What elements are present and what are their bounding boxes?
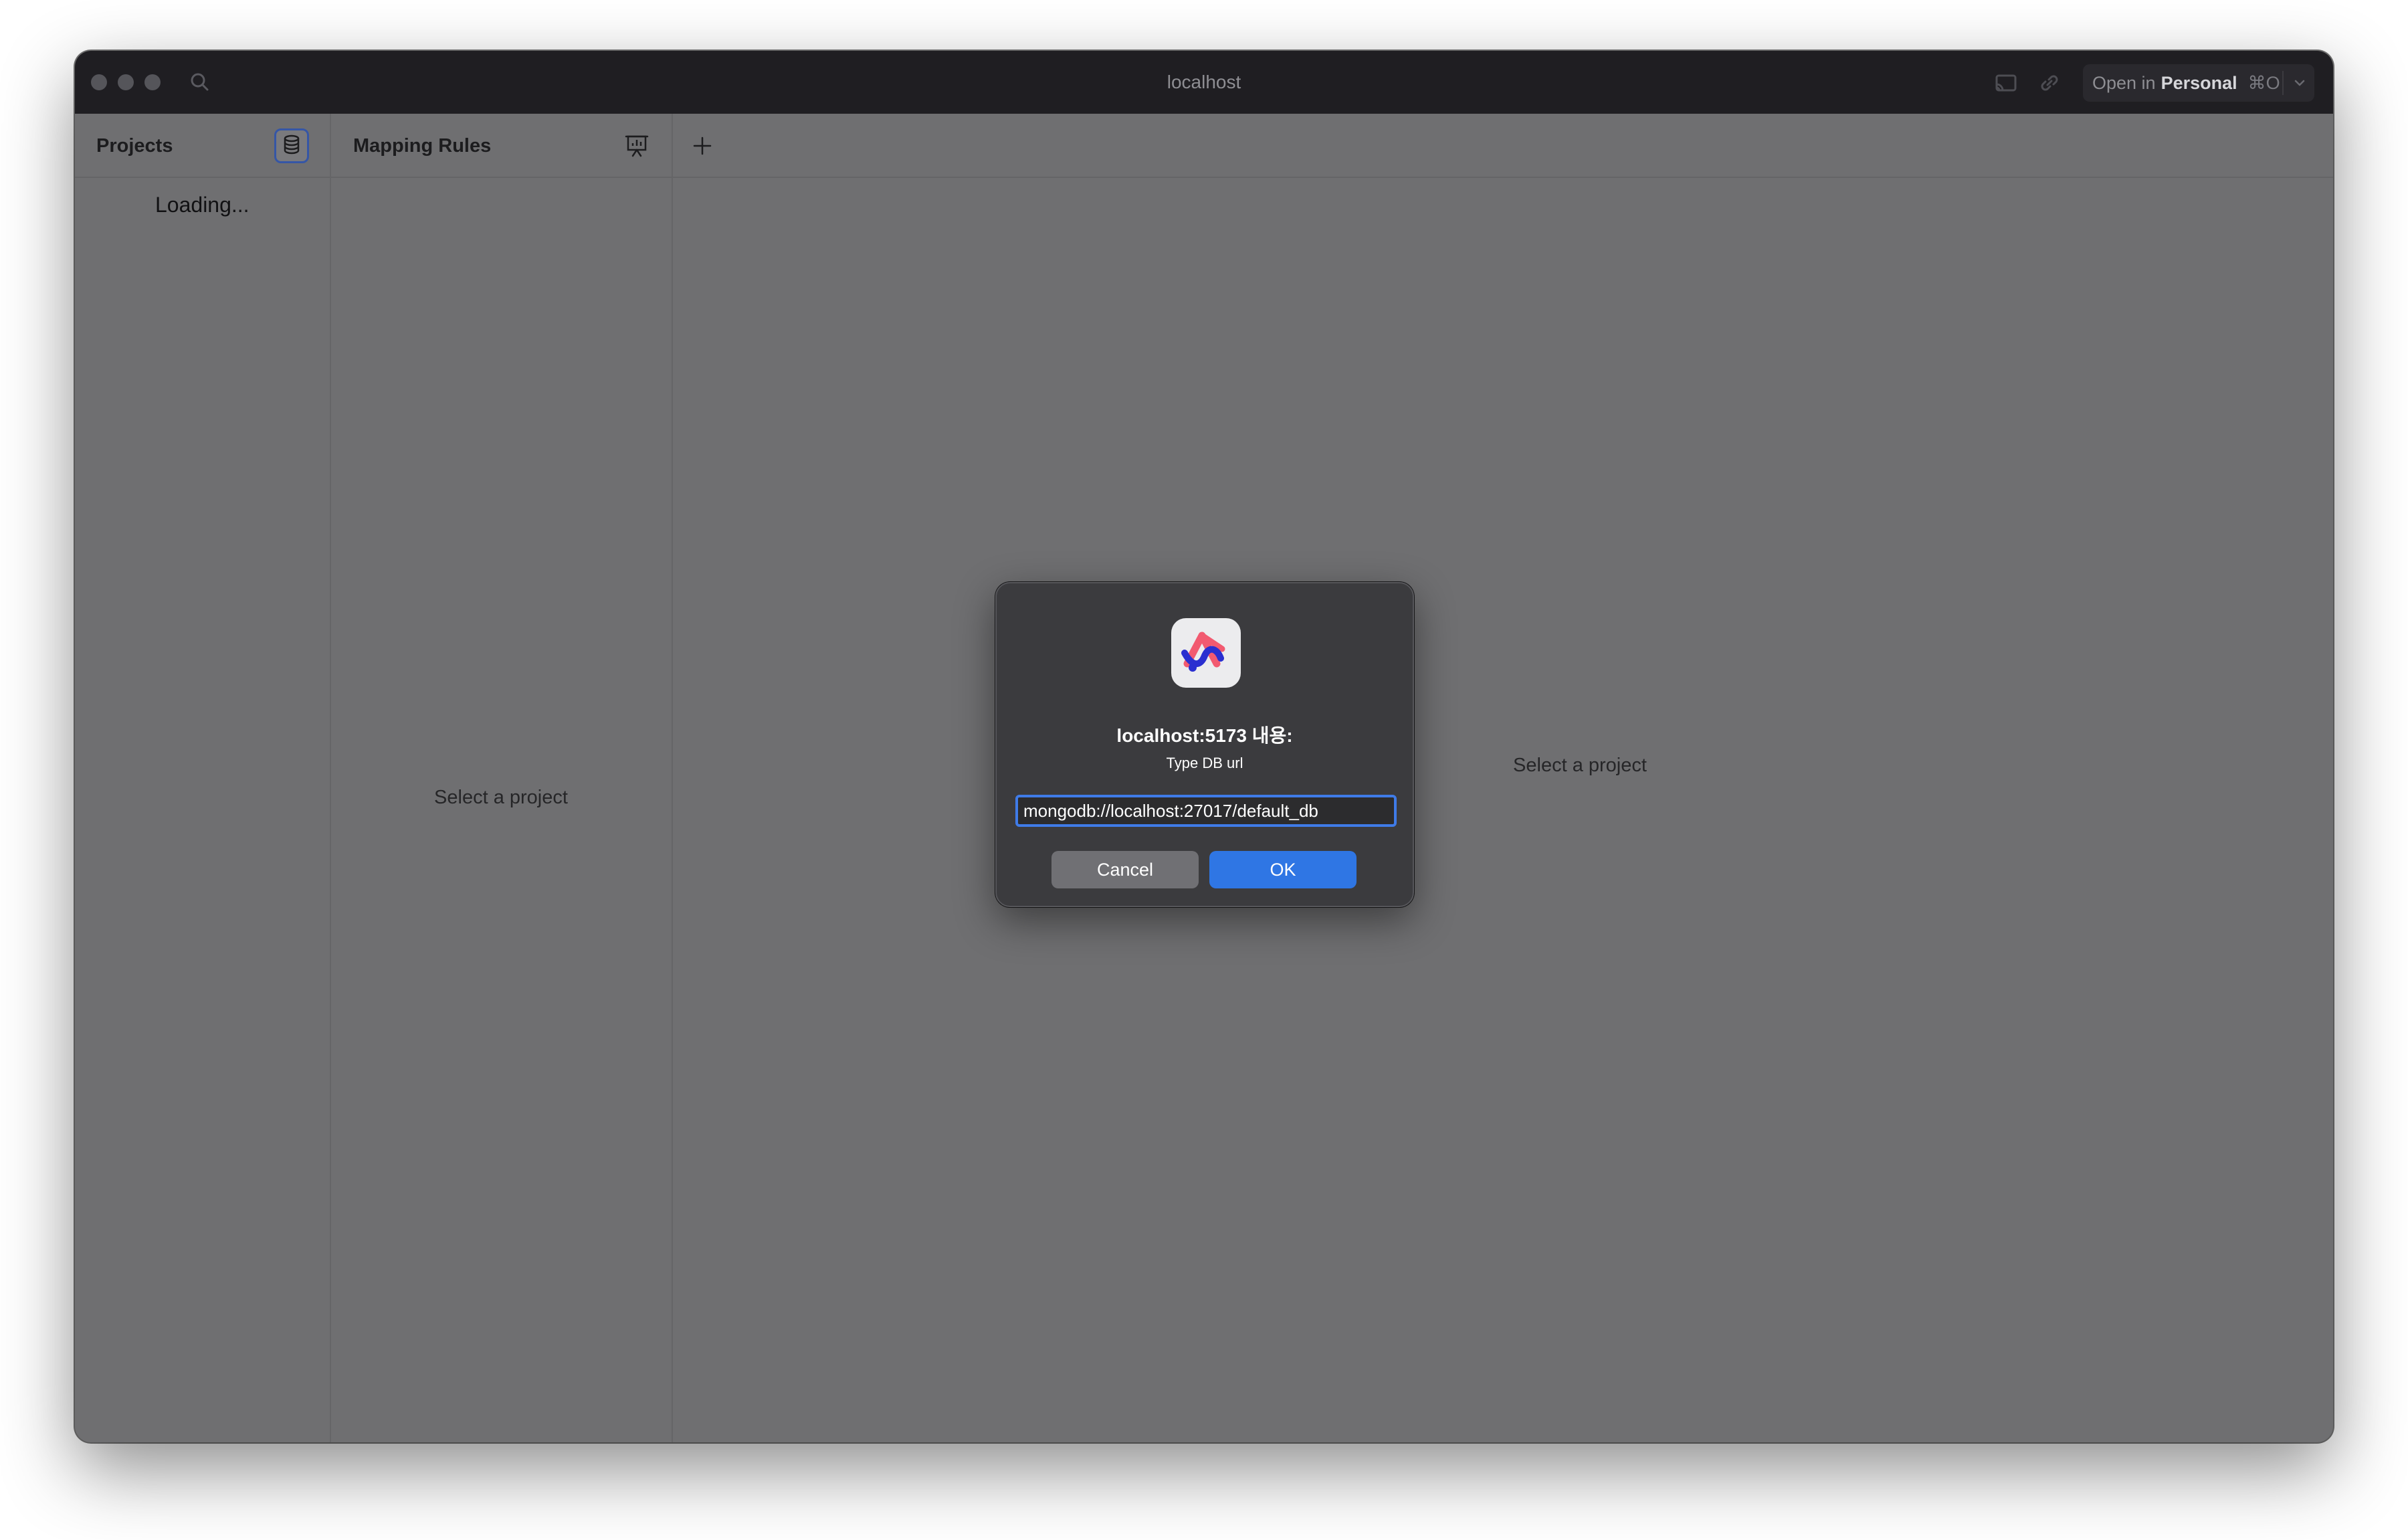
open-in-divider bbox=[2282, 71, 2284, 95]
database-button[interactable] bbox=[274, 128, 309, 163]
dialog-title: localhost:5173 내용: bbox=[1116, 725, 1293, 746]
arc-app-icon bbox=[1171, 618, 1241, 688]
open-in-profile-button[interactable]: Open in Personal ⌘O bbox=[2083, 64, 2314, 102]
open-in-label: Open in bbox=[2092, 72, 2156, 93]
column-header-row: Projects Mapping Rules bbox=[75, 114, 2333, 178]
column-divider bbox=[672, 114, 673, 1442]
projects-loading-text: Loading... bbox=[155, 193, 249, 217]
column-divider bbox=[330, 114, 331, 1442]
db-url-input[interactable] bbox=[1015, 795, 1397, 827]
projects-title: Projects bbox=[96, 135, 173, 157]
title-bar: localhost Open in Personal ⌘O bbox=[75, 51, 2333, 114]
keyboard-shortcut: ⌘O bbox=[2247, 72, 2280, 93]
cast-icon[interactable] bbox=[1993, 70, 2020, 96]
database-icon bbox=[280, 133, 303, 159]
presentation-chart-icon[interactable] bbox=[622, 131, 651, 161]
plus-icon[interactable] bbox=[688, 131, 717, 161]
ok-button[interactable]: OK bbox=[1209, 851, 1357, 888]
detail-placeholder: Select a project bbox=[1513, 755, 1647, 776]
mapping-rules-placeholder: Select a project bbox=[434, 787, 568, 808]
mapping-rules-title: Mapping Rules bbox=[353, 135, 492, 157]
dialog-message: Type DB url bbox=[1166, 755, 1243, 771]
prompt-dialog: localhost:5173 내용: Type DB url Cancel OK bbox=[995, 582, 1414, 907]
cancel-button[interactable]: Cancel bbox=[1051, 851, 1199, 888]
link-icon[interactable] bbox=[2036, 70, 2063, 96]
profile-name: Personal bbox=[2161, 72, 2237, 93]
chevron-down-icon[interactable] bbox=[2290, 74, 2309, 92]
